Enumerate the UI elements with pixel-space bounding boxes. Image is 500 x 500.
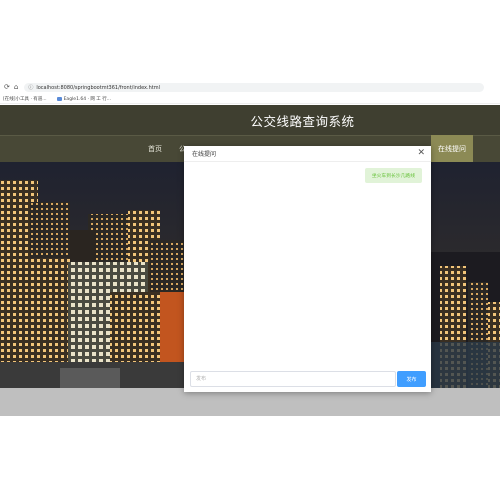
- folder-icon: [56, 96, 62, 101]
- chat-message-bubble: 坐火车到长沙几路线: [364, 168, 422, 183]
- message-input-row: 发布: [190, 371, 426, 387]
- site-title: 公交线路查询系统: [250, 113, 355, 129]
- page-lower-band: [0, 388, 500, 416]
- bookmark-bar: [在线]小工具 · 有道... Eagle1.64 · 网 工 行...: [0, 94, 500, 104]
- message-input[interactable]: [190, 371, 396, 387]
- nav-item-online-question[interactable]: 在线提问: [431, 135, 473, 163]
- bookmark-label-0: [在线]小工具 · 有道...: [3, 96, 47, 102]
- site-header: 公交线路查询系统: [0, 105, 500, 135]
- dialog-header: 在线提问 ✕: [184, 146, 431, 162]
- nav-item-home[interactable]: 首页: [148, 144, 162, 154]
- online-question-dialog: 在线提问 ✕ 坐火车到长沙几路线 发布: [184, 146, 431, 392]
- bookmark-label-1: Eagle1.64 · 网 工 行...: [63, 96, 112, 102]
- browser-toolbar: ⟳ ⌂ ⓘ localhost:8080/springbootmt361/fro…: [0, 82, 500, 93]
- send-button[interactable]: 发布: [397, 371, 426, 387]
- screen: ⟳ ⌂ ⓘ localhost:8080/springbootmt361/fro…: [0, 0, 500, 500]
- url-text: localhost:8080/springbootmt361/front/ind…: [36, 84, 160, 91]
- address-bar[interactable]: ⓘ localhost:8080/springbootmt361/front/i…: [24, 83, 485, 92]
- home-icon[interactable]: ⌂: [14, 82, 18, 93]
- bookmark-item[interactable]: Eagle1.64 · 网 工 行...: [56, 96, 112, 102]
- refresh-icon[interactable]: ⟳: [4, 82, 10, 93]
- bookmark-item[interactable]: [在线]小工具 · 有道...: [3, 96, 47, 102]
- chat-area[interactable]: 坐火车到长沙几路线: [184, 163, 431, 368]
- info-icon[interactable]: ⓘ: [28, 84, 33, 91]
- close-icon[interactable]: ✕: [417, 149, 425, 158]
- dialog-title: 在线提问: [192, 151, 217, 158]
